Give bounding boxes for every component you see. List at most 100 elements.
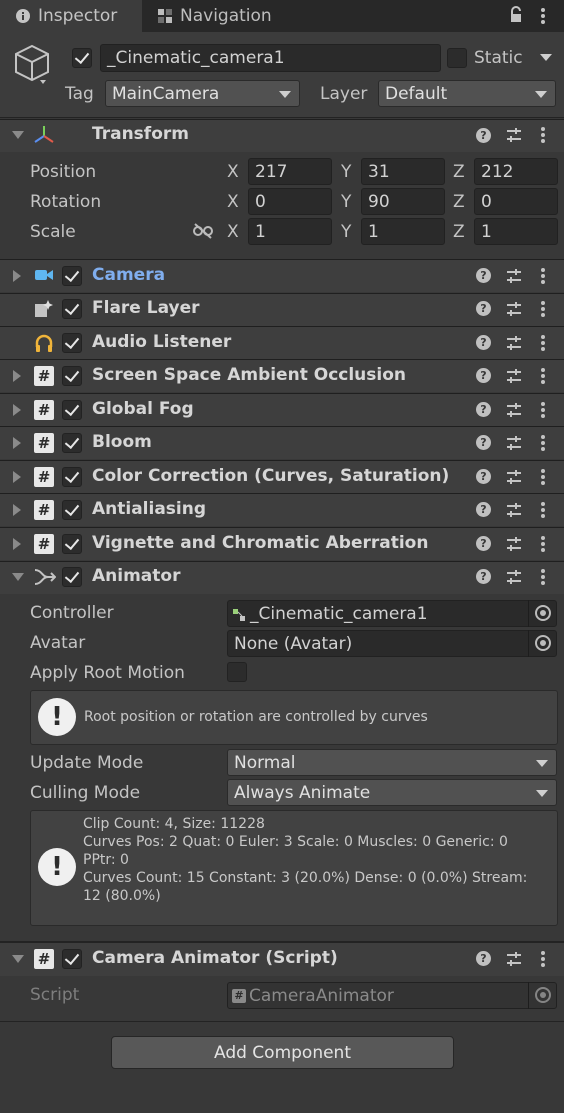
help-icon[interactable]: ? <box>476 502 491 517</box>
component-menu-icon[interactable] <box>541 435 545 451</box>
component-menu-icon[interactable] <box>541 268 545 284</box>
tab-menu-icon[interactable] <box>541 8 545 24</box>
vignette-foldout[interactable] <box>13 538 21 550</box>
component-menu-icon[interactable] <box>541 469 545 485</box>
animator-enabled-checkbox[interactable] <box>62 567 82 587</box>
position-y-field[interactable]: 31 <box>361 158 445 185</box>
tab-inspector-label: Inspector <box>38 6 118 26</box>
component-menu-icon[interactable] <box>541 951 545 967</box>
bloom-foldout[interactable] <box>13 437 21 449</box>
unlinked-icon[interactable] <box>192 222 214 240</box>
antialiasing-enabled-checkbox[interactable] <box>62 500 82 520</box>
presets-icon[interactable] <box>505 501 523 519</box>
object-name-field[interactable]: _Cinematic_camera1 <box>100 44 441 72</box>
flare-layer-enabled-checkbox[interactable] <box>62 299 82 319</box>
ssao-enabled-checkbox[interactable] <box>62 366 82 386</box>
static-dropdown[interactable] <box>540 52 552 62</box>
active-checkbox[interactable] <box>72 48 92 68</box>
help-icon[interactable]: ? <box>476 301 491 316</box>
scale-x-field[interactable]: 1 <box>248 218 332 245</box>
controller-value: _Cinematic_camera1 <box>250 603 428 624</box>
transform-icon <box>32 124 56 146</box>
component-menu-icon[interactable] <box>541 569 545 585</box>
camera-foldout[interactable] <box>13 270 21 282</box>
object-picker-icon[interactable] <box>535 605 551 621</box>
presets-icon[interactable] <box>505 401 523 419</box>
apply-root-motion-checkbox[interactable] <box>227 662 247 682</box>
animator-foldout[interactable] <box>12 573 24 581</box>
presets-icon[interactable] <box>505 950 523 968</box>
global-fog-enabled-checkbox[interactable] <box>62 400 82 420</box>
culling-mode-dropdown[interactable]: Always Animate <box>227 779 557 806</box>
chevron-down-icon <box>535 90 547 98</box>
help-icon[interactable]: ? <box>476 128 491 143</box>
add-component-button[interactable]: Add Component <box>111 1036 454 1069</box>
presets-icon[interactable] <box>505 300 523 318</box>
presets-icon[interactable] <box>505 367 523 385</box>
presets-icon[interactable] <box>505 568 523 586</box>
help-icon[interactable]: ? <box>476 268 491 283</box>
ssao-foldout[interactable] <box>13 370 21 382</box>
component-menu-icon[interactable] <box>541 536 545 552</box>
avatar-field[interactable]: None (Avatar) <box>227 630 557 657</box>
transform-foldout[interactable] <box>12 131 24 139</box>
gameobject-icon[interactable] <box>10 42 54 86</box>
tab-navigation[interactable]: Navigation <box>146 0 306 32</box>
help-icon[interactable]: ? <box>476 536 491 551</box>
help-icon[interactable]: ? <box>476 569 491 584</box>
controller-field[interactable]: _Cinematic_camera1 <box>227 600 557 627</box>
audio-listener-enabled-checkbox[interactable] <box>62 333 82 353</box>
tab-inspector[interactable]: Inspector <box>0 0 142 32</box>
global-fog-foldout[interactable] <box>13 404 21 416</box>
help-icon[interactable]: ? <box>476 335 491 350</box>
presets-icon[interactable] <box>505 267 523 285</box>
component-menu-icon[interactable] <box>541 301 545 317</box>
camera-animator-foldout[interactable] <box>12 955 24 963</box>
stats-line-1: Clip Count: 4, Size: 11228 <box>83 816 265 832</box>
vignette-enabled-checkbox[interactable] <box>62 534 82 554</box>
static-checkbox[interactable] <box>447 48 467 68</box>
rotation-z-field[interactable]: 0 <box>474 188 558 215</box>
antialiasing-foldout[interactable] <box>13 504 21 516</box>
help-icon[interactable]: ? <box>476 951 491 966</box>
presets-icon[interactable] <box>505 126 523 144</box>
presets-icon[interactable] <box>505 334 523 352</box>
field-divider <box>528 630 529 657</box>
script-field: # CameraAnimator <box>227 982 557 1009</box>
component-menu-icon[interactable] <box>541 402 545 418</box>
lock-icon[interactable] <box>508 6 524 24</box>
transform-menu-icon[interactable] <box>541 127 545 143</box>
layer-dropdown[interactable]: Default <box>378 80 556 107</box>
rotation-x-field[interactable]: 0 <box>248 188 332 215</box>
update-mode-dropdown[interactable]: Normal <box>227 749 557 776</box>
script-icon: # <box>34 500 54 520</box>
object-picker-icon[interactable] <box>535 635 551 651</box>
position-z-field[interactable]: 212 <box>474 158 558 185</box>
help-icon[interactable]: ? <box>476 435 491 450</box>
position-x-field[interactable]: 217 <box>248 158 332 185</box>
script-icon: # <box>34 534 54 554</box>
scale-y-field[interactable]: 1 <box>361 218 445 245</box>
help-icon[interactable]: ? <box>476 402 491 417</box>
color-correction-enabled-checkbox[interactable] <box>62 467 82 487</box>
help-icon[interactable]: ? <box>476 469 491 484</box>
component-menu-icon[interactable] <box>541 335 545 351</box>
presets-icon[interactable] <box>505 434 523 452</box>
presets-icon[interactable] <box>505 535 523 553</box>
camera-animator-enabled-checkbox[interactable] <box>62 949 82 969</box>
presets-icon[interactable] <box>505 468 523 486</box>
camera-title: Camera <box>92 265 166 285</box>
camera-enabled-checkbox[interactable] <box>62 266 82 286</box>
camera-animator-title: Camera Animator (Script) <box>92 948 338 968</box>
color-correction-foldout[interactable] <box>13 471 21 483</box>
bloom-enabled-checkbox[interactable] <box>62 433 82 453</box>
ssao-title: Screen Space Ambient Occlusion <box>92 365 407 385</box>
component-menu-icon[interactable] <box>541 502 545 518</box>
animator-controller-icon <box>232 607 246 621</box>
rotation-y-field[interactable]: 90 <box>361 188 445 215</box>
camera-icon <box>34 266 54 284</box>
component-menu-icon[interactable] <box>541 368 545 384</box>
scale-z-field[interactable]: 1 <box>474 218 558 245</box>
help-icon[interactable]: ? <box>476 368 491 383</box>
tag-dropdown[interactable]: MainCamera <box>105 80 300 107</box>
